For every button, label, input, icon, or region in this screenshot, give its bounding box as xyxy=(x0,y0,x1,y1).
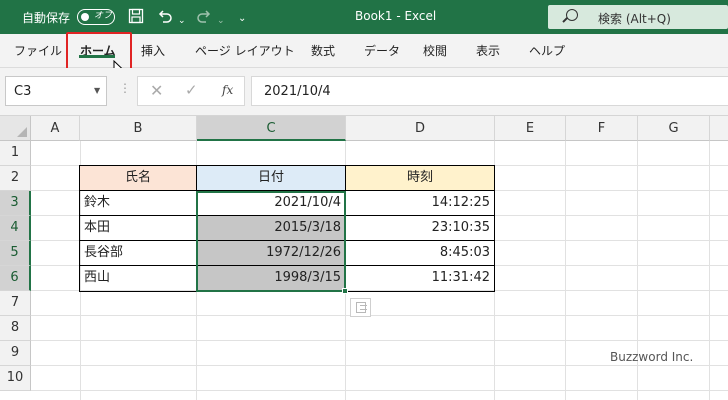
formula-bar: C3 ▼ ⋮ ✕ ✓ fx 2021/10/4 xyxy=(0,68,728,116)
formula-buttons: ✕ ✓ fx xyxy=(137,76,245,106)
autosave-toggle[interactable]: オフ xyxy=(77,9,115,25)
gridline xyxy=(31,315,728,316)
select-all-button[interactable] xyxy=(0,116,31,141)
tab-insert[interactable]: 挿入 xyxy=(141,42,165,59)
save-icon[interactable] xyxy=(128,8,144,28)
cell-b4[interactable]: 本田 xyxy=(80,216,196,241)
cell-d6[interactable]: 11:31:42 xyxy=(346,266,494,291)
formula-input[interactable]: 2021/10/4 xyxy=(251,76,728,106)
table-border xyxy=(345,165,346,292)
row-header-4[interactable]: 4 xyxy=(0,216,31,241)
row-header-7[interactable]: 7 xyxy=(0,291,31,316)
cell-c5[interactable]: 1972/12/26 xyxy=(197,241,345,266)
column-header-b[interactable]: B xyxy=(80,116,197,141)
table-border xyxy=(196,165,197,292)
tab-formulas[interactable]: 数式 xyxy=(311,42,335,59)
row-header-2[interactable]: 2 xyxy=(0,166,31,191)
gridline xyxy=(494,141,495,400)
tab-page-layout[interactable]: ページ レイアウト xyxy=(195,42,295,59)
tab-view[interactable]: 表示 xyxy=(476,42,500,59)
search-placeholder: 検索 (Alt+Q) xyxy=(598,12,671,26)
redo-dropdown-icon[interactable]: ⌄ xyxy=(217,12,225,30)
cell-d5[interactable]: 8:45:03 xyxy=(346,241,494,266)
column-header-a[interactable]: A xyxy=(31,116,80,141)
table-border xyxy=(79,190,495,191)
undo-icon[interactable] xyxy=(157,8,173,28)
name-box[interactable]: C3 ▼ xyxy=(5,76,107,106)
tab-data[interactable]: データ xyxy=(364,42,400,59)
row-header-6[interactable]: 6 xyxy=(0,266,31,291)
autosave-label: 自動保存 xyxy=(22,11,71,25)
row-header-3[interactable]: 3 xyxy=(0,191,31,216)
cell-c6[interactable]: 1998/3/15 xyxy=(197,266,345,291)
window-title: Book1 - Excel xyxy=(355,9,437,23)
cell-c2-header-date[interactable]: 日付 xyxy=(197,166,345,191)
gridline xyxy=(31,340,728,341)
cell-b6[interactable]: 西山 xyxy=(80,266,196,291)
column-header-g[interactable]: G xyxy=(638,116,710,141)
table-border xyxy=(79,215,495,216)
cell-d4[interactable]: 23:10:35 xyxy=(346,216,494,241)
row-header-10[interactable]: 10 xyxy=(0,366,31,391)
insert-function-icon[interactable]: fx xyxy=(222,83,233,97)
title-bar: 自動保存 オフ ⌄ ⌄ ⌄ Book1 - Excel 検索 (Alt+Q) xyxy=(0,0,728,34)
autosave-state: オフ xyxy=(94,11,113,21)
gridline xyxy=(565,141,566,400)
quick-analysis-lines xyxy=(360,305,367,310)
tab-review[interactable]: 校閲 xyxy=(423,42,447,59)
redo-icon[interactable] xyxy=(196,8,212,28)
cell-b3[interactable]: 鈴木 xyxy=(80,191,196,216)
name-box-value: C3 xyxy=(14,84,32,99)
tab-help[interactable]: ヘルプ xyxy=(529,42,565,59)
column-header-c[interactable]: C xyxy=(197,116,346,141)
row-header-9[interactable]: 9 xyxy=(0,341,31,366)
cell-b2-header-name[interactable]: 氏名 xyxy=(80,166,196,191)
watermark: Buzzword Inc. xyxy=(610,350,694,364)
formula-value: 2021/10/4 xyxy=(264,84,331,99)
tab-file[interactable]: ファイル xyxy=(14,42,62,59)
quick-analysis-icon[interactable] xyxy=(350,298,371,317)
search-box[interactable]: 検索 (Alt+Q) xyxy=(548,5,728,29)
column-header-f[interactable]: F xyxy=(566,116,638,141)
cell-b5[interactable]: 長谷部 xyxy=(80,241,196,266)
chevron-down-icon[interactable]: ▼ xyxy=(94,86,100,95)
worksheet-grid[interactable]: A B C D E F G 1 2 3 4 5 6 7 8 9 10 氏名 日付… xyxy=(0,116,728,400)
table-border xyxy=(79,240,495,241)
cancel-icon[interactable]: ✕ xyxy=(150,81,163,100)
column-header-partial[interactable] xyxy=(710,116,728,141)
vertical-dots-icon: ⋮ xyxy=(119,81,131,95)
customize-qat-icon[interactable]: ⌄ xyxy=(238,10,246,28)
search-icon xyxy=(566,9,578,21)
cell-d2-header-time[interactable]: 時刻 xyxy=(346,166,494,191)
toggle-knob xyxy=(81,12,89,21)
gridline xyxy=(709,141,710,400)
cell-c3-active[interactable]: 2021/10/4 xyxy=(197,191,345,216)
gridline xyxy=(31,365,728,366)
cell-d3[interactable]: 14:12:25 xyxy=(346,191,494,216)
row-header-5[interactable]: 5 xyxy=(0,241,31,266)
fill-handle[interactable] xyxy=(342,288,348,294)
column-header-d[interactable]: D xyxy=(346,116,495,141)
undo-dropdown-icon[interactable]: ⌄ xyxy=(178,12,186,30)
column-header-e[interactable]: E xyxy=(495,116,566,141)
gridline xyxy=(31,390,728,391)
cell-c4[interactable]: 2015/3/18 xyxy=(197,216,345,241)
table-border xyxy=(79,265,495,266)
enter-check-icon[interactable]: ✓ xyxy=(185,81,198,99)
row-header-1[interactable]: 1 xyxy=(0,141,31,166)
row-header-8[interactable]: 8 xyxy=(0,316,31,341)
